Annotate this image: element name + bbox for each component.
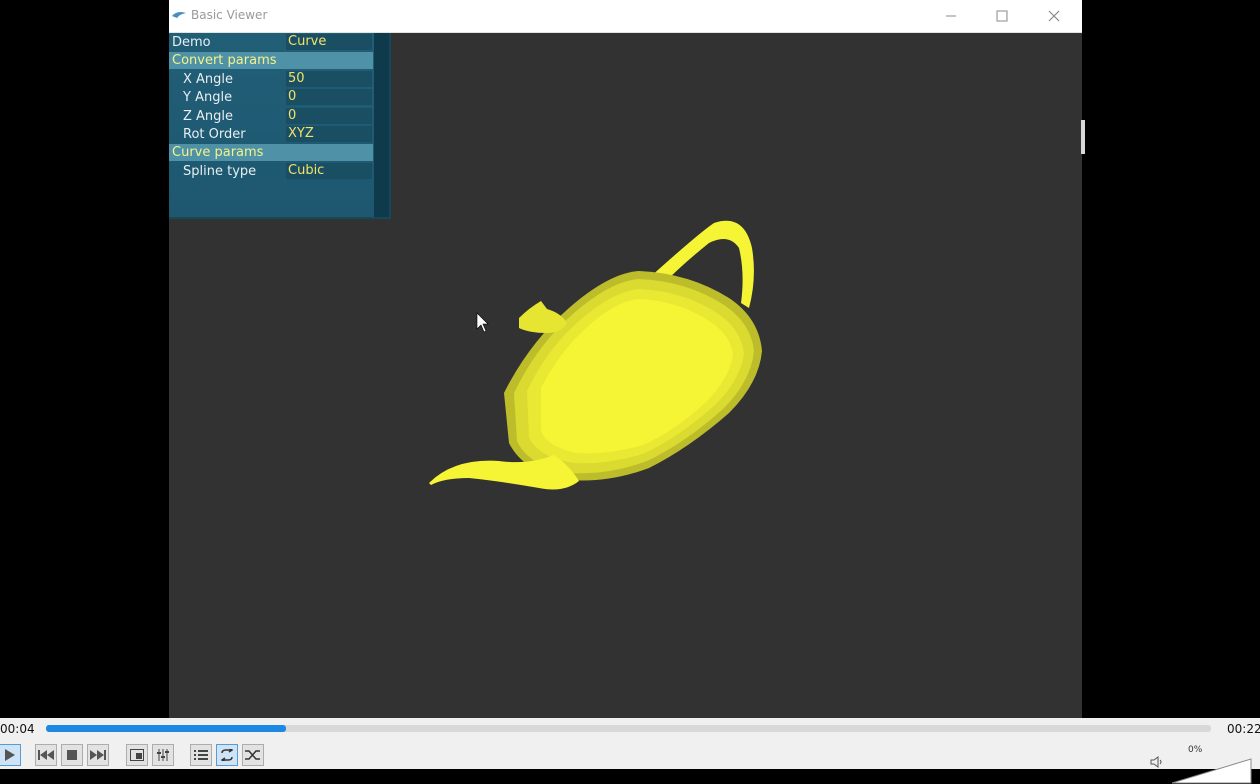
param-rot-order[interactable]: Rot Order XYZ (169, 126, 373, 143)
param-spline-type-value[interactable]: Cubic (286, 163, 372, 179)
maximize-button[interactable] (977, 0, 1027, 32)
shuffle-icon (245, 750, 260, 760)
panel-scrollbar[interactable] (374, 33, 389, 217)
previous-icon (38, 750, 54, 760)
param-demo-value[interactable]: Curve (286, 34, 372, 50)
param-y-angle-label: Y Angle (183, 90, 233, 105)
next-button[interactable] (87, 744, 109, 766)
param-demo-label: Demo (172, 35, 211, 50)
section-convert-params[interactable]: Convert params (169, 52, 373, 69)
time-total: 00:22 (1227, 722, 1260, 736)
param-rot-order-value[interactable]: XYZ (286, 126, 372, 142)
volume-percent: 0% (1188, 745, 1203, 755)
fullscreen-button[interactable] (126, 744, 148, 766)
playlist-icon (194, 750, 208, 760)
app-window: Basic Viewer Demo Curve Convert params X… (169, 0, 1082, 718)
app-logo-icon (172, 12, 186, 18)
parameter-panel: Demo Curve Convert params X Angle 50 Y A… (169, 33, 391, 219)
close-icon (1048, 10, 1060, 22)
seek-progress (46, 725, 286, 732)
extended-settings-icon (157, 749, 169, 761)
param-y-angle[interactable]: Y Angle 0 (169, 89, 373, 106)
stop-icon (67, 750, 77, 760)
param-z-angle-label: Z Angle (183, 109, 234, 124)
param-x-angle[interactable]: X Angle 50 (169, 71, 373, 88)
param-x-angle-value[interactable]: 50 (286, 71, 372, 87)
next-icon (90, 750, 106, 760)
param-z-angle[interactable]: Z Angle 0 (169, 108, 373, 125)
playlist-button[interactable] (190, 744, 212, 766)
volume-icon[interactable] (1150, 755, 1164, 769)
param-spline-type-label: Spline type (183, 164, 257, 179)
loop-icon (220, 749, 234, 761)
media-controls: 00:04 00:22 0% (0, 718, 1260, 784)
param-demo[interactable]: Demo Curve (169, 34, 373, 51)
stop-button[interactable] (61, 744, 83, 766)
param-y-angle-value[interactable]: 0 (286, 89, 372, 105)
parameter-list: Demo Curve Convert params X Angle 50 Y A… (169, 33, 374, 217)
title-bar[interactable]: Basic Viewer (169, 0, 1082, 33)
extended-settings-button[interactable] (152, 744, 174, 766)
play-icon (4, 749, 15, 761)
seek-bar[interactable] (46, 725, 1211, 732)
param-x-angle-label: X Angle (183, 72, 234, 87)
window-scrollbar[interactable] (1081, 120, 1085, 154)
maximize-icon (996, 10, 1008, 22)
previous-button[interactable] (35, 744, 57, 766)
section-curve-params[interactable]: Curve params (169, 144, 373, 161)
minimize-icon (946, 15, 956, 17)
param-spline-type[interactable]: Spline type Cubic (169, 163, 373, 180)
play-button[interactable] (0, 744, 21, 766)
close-button[interactable] (1029, 0, 1079, 32)
fullscreen-icon (130, 749, 144, 761)
param-z-angle-value[interactable]: 0 (286, 108, 372, 124)
time-elapsed: 00:04 (0, 722, 35, 736)
minimize-button[interactable] (926, 0, 976, 32)
param-rot-order-label: Rot Order (183, 127, 246, 142)
volume-slider[interactable] (1172, 758, 1252, 784)
window-title: Basic Viewer (191, 8, 268, 22)
loop-button[interactable] (216, 744, 238, 766)
shuffle-button[interactable] (242, 744, 264, 766)
